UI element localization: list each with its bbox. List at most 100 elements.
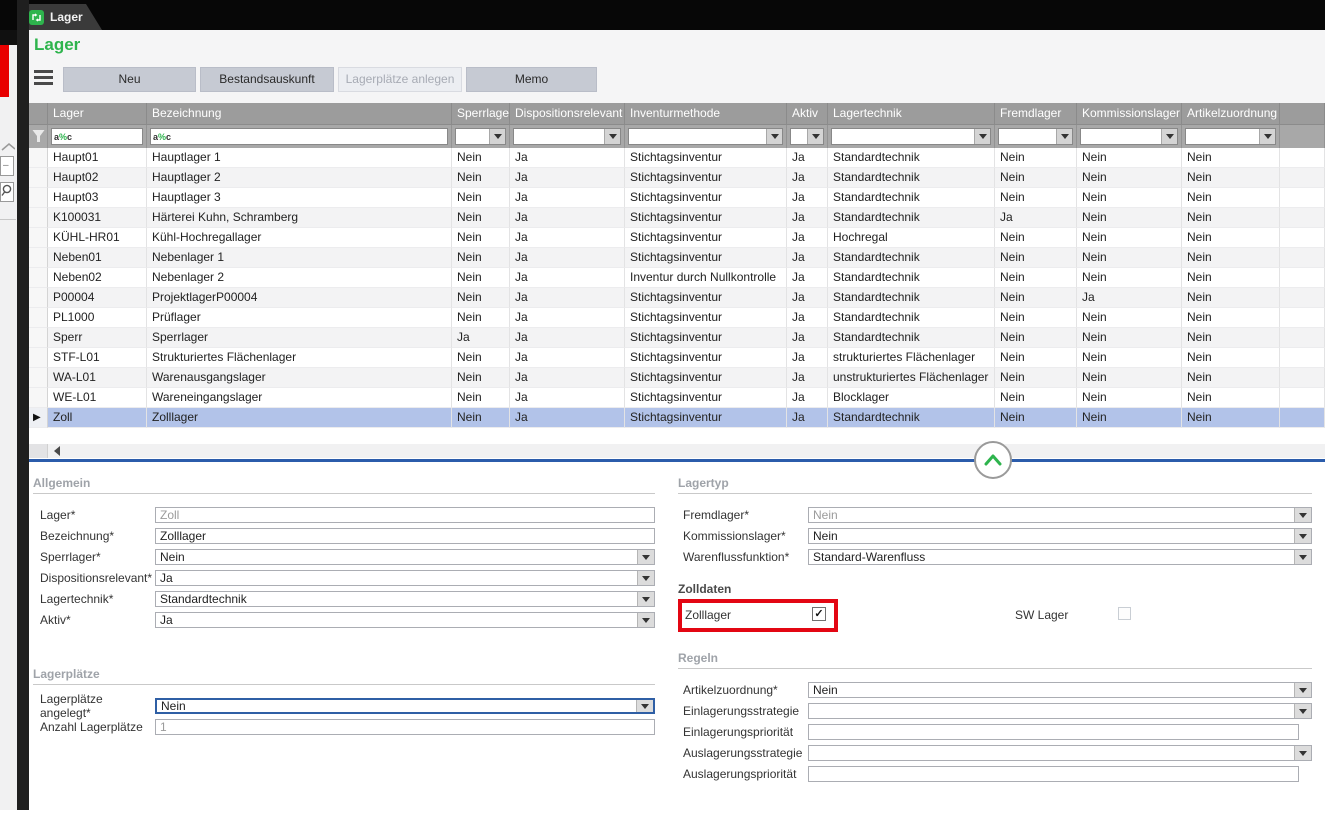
collapse-panel-button[interactable] (974, 441, 1012, 479)
table-row-we-l01[interactable]: WE-L01WareneingangslagerNeinJaStichtagsi… (29, 388, 1325, 408)
table-cell[interactable]: Nein (452, 288, 510, 308)
table-cell[interactable]: ProjektlagerP00004 (147, 288, 452, 308)
table-cell[interactable]: KÜHL-HR01 (48, 228, 147, 248)
table-cell[interactable]: Nein (1077, 348, 1182, 368)
field-dispositionsrelevant[interactable]: Ja (155, 570, 655, 586)
table-row-stf-l01[interactable]: STF-L01Strukturiertes FlächenlagerNeinJa… (29, 348, 1325, 368)
table-cell[interactable]: Standardtechnik (828, 268, 995, 288)
table-cell[interactable]: Nein (995, 388, 1077, 408)
table-cell[interactable]: strukturiertes Flächenlager (828, 348, 995, 368)
search-button-fragment[interactable] (0, 182, 14, 202)
table-cell[interactable]: Ja (452, 328, 510, 348)
table-cell[interactable]: Nein (452, 408, 510, 428)
table-cell[interactable]: Nein (1182, 328, 1280, 348)
table-cell[interactable]: P00004 (48, 288, 147, 308)
table-cell[interactable]: Nein (995, 268, 1077, 288)
column-header-artikelzuordnung[interactable]: Artikelzuordnung (1182, 103, 1280, 125)
table-cell[interactable]: Stichtagsinventur (625, 328, 787, 348)
filter-select-kommissionslager[interactable] (1080, 128, 1178, 145)
table-row-haupt02[interactable]: Haupt02Hauptlager 2NeinJaStichtagsinvent… (29, 168, 1325, 188)
table-cell[interactable]: Nein (995, 248, 1077, 268)
table-cell[interactable]: Ja (787, 328, 828, 348)
table-cell[interactable]: Nein (1182, 348, 1280, 368)
table-cell[interactable]: Stichtagsinventur (625, 288, 787, 308)
chevron-down-icon[interactable] (489, 129, 505, 144)
table-cell[interactable]: Strukturiertes Flächenlager (147, 348, 452, 368)
table-cell[interactable]: unstrukturiertes Flächenlager (828, 368, 995, 388)
table-cell[interactable]: Prüflager (147, 308, 452, 328)
filter-select-dispositionsrelevant[interactable] (513, 128, 621, 145)
table-cell[interactable]: Haupt03 (48, 188, 147, 208)
tab-lager[interactable]: Lager (22, 4, 102, 30)
column-header-kommissionslager[interactable]: Kommissionslager (1077, 103, 1182, 125)
button-memo[interactable]: Memo (466, 67, 597, 92)
table-cell[interactable]: Ja (510, 188, 625, 208)
chevron-down-icon[interactable] (807, 129, 823, 144)
table-cell[interactable]: Nein (452, 188, 510, 208)
table-cell[interactable]: Inventur durch Nullkontrolle (625, 268, 787, 288)
table-cell[interactable]: Ja (510, 148, 625, 168)
table-cell[interactable]: Nein (995, 188, 1077, 208)
table-cell[interactable]: Nein (452, 268, 510, 288)
table-cell[interactable]: Standardtechnik (828, 248, 995, 268)
table-cell[interactable]: Ja (787, 288, 828, 308)
table-cell[interactable]: Kühl-Hochregallager (147, 228, 452, 248)
filter-select-lagertechnik[interactable] (831, 128, 991, 145)
table-row-pl1000[interactable]: PL1000PrüflagerNeinJaStichtagsinventurJa… (29, 308, 1325, 328)
table-cell[interactable]: Nein (995, 228, 1077, 248)
table-cell[interactable]: Härterei Kuhn, Schramberg (147, 208, 452, 228)
column-header-dispositionsrelevant[interactable]: Dispositionsrelevant (510, 103, 625, 125)
table-cell[interactable]: Ja (510, 208, 625, 228)
column-header-lager[interactable]: Lager (48, 103, 147, 125)
table-cell[interactable]: Nein (1182, 368, 1280, 388)
table-cell[interactable]: Stichtagsinventur (625, 228, 787, 248)
sidebar-collapsed-strip[interactable] (17, 0, 29, 810)
table-cell[interactable]: Stichtagsinventur (625, 388, 787, 408)
table-cell[interactable]: Ja (510, 308, 625, 328)
table-cell[interactable]: Sperr (48, 328, 147, 348)
filter-select-inventurmethode[interactable] (628, 128, 783, 145)
panel-input-fragment[interactable]: – (0, 156, 14, 176)
scroll-left-icon[interactable] (54, 446, 60, 456)
table-cell[interactable]: Warenausgangslager (147, 368, 452, 388)
chevron-down-icon[interactable] (1294, 683, 1311, 697)
chevron-down-icon[interactable] (1294, 529, 1311, 543)
table-cell[interactable]: Hauptlager 3 (147, 188, 452, 208)
table-cell[interactable]: Nein (452, 248, 510, 268)
table-cell[interactable]: Stichtagsinventur (625, 168, 787, 188)
row-selector[interactable] (29, 248, 48, 268)
table-cell[interactable]: Ja (510, 288, 625, 308)
row-selector[interactable] (29, 148, 48, 168)
field-auslagerungspriorität[interactable] (808, 766, 1299, 782)
chevron-down-icon[interactable] (1056, 129, 1072, 144)
horizontal-scrollbar[interactable] (29, 444, 1325, 458)
table-cell[interactable]: Nein (995, 368, 1077, 388)
filter-input-bezeichnung[interactable]: a%c (150, 128, 448, 145)
chevron-down-icon[interactable] (1259, 129, 1275, 144)
table-cell[interactable]: Nein (1182, 388, 1280, 408)
table-cell[interactable]: Blocklager (828, 388, 995, 408)
field-kommissionslager[interactable]: Nein (808, 528, 1312, 544)
table-row-zoll[interactable]: ▶ZollZolllagerNeinJaStichtagsinventurJaS… (29, 408, 1325, 428)
chevron-down-icon[interactable] (974, 129, 990, 144)
menu-toggle-button[interactable] (34, 70, 53, 85)
filter-type-badge[interactable]: a%c (54, 132, 72, 142)
table-cell[interactable]: Nebenlager 2 (147, 268, 452, 288)
column-header-bezeichnung[interactable]: Bezeichnung (147, 103, 452, 125)
table-cell[interactable]: Nein (995, 348, 1077, 368)
table-cell[interactable]: PL1000 (48, 308, 147, 328)
table-cell[interactable]: Zoll (48, 408, 147, 428)
table-cell[interactable]: Ja (510, 168, 625, 188)
checkbox-zolllager[interactable]: ✓ (812, 607, 826, 621)
field-fremdlager[interactable]: Nein (808, 507, 1312, 523)
table-cell[interactable]: Nein (452, 368, 510, 388)
table-cell[interactable]: Haupt01 (48, 148, 147, 168)
table-cell[interactable]: Ja (787, 268, 828, 288)
row-selector[interactable] (29, 308, 48, 328)
table-cell[interactable]: Standardtechnik (828, 208, 995, 228)
table-cell[interactable]: Nein (1182, 288, 1280, 308)
table-cell[interactable]: Standardtechnik (828, 288, 995, 308)
table-cell[interactable]: Nein (1077, 388, 1182, 408)
row-selector[interactable] (29, 228, 48, 248)
row-selector[interactable] (29, 348, 48, 368)
